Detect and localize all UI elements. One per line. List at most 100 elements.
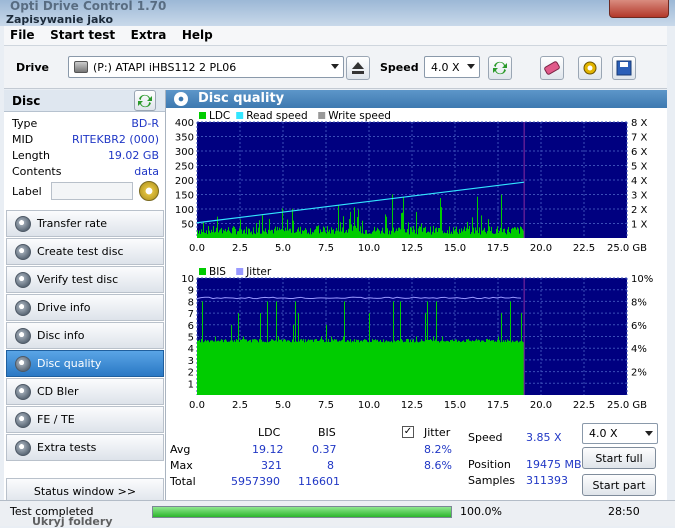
bis-bar — [472, 340, 473, 395]
bis-bar — [430, 338, 431, 395]
bis-bar — [374, 340, 375, 395]
ldc-bar — [445, 233, 446, 238]
start-part-button[interactable]: Start part — [582, 474, 656, 496]
menu-help[interactable]: Help — [176, 26, 219, 44]
y-right-tick-label: 10% — [631, 274, 653, 285]
bis-bar — [498, 336, 499, 395]
ldc-bar — [269, 218, 270, 238]
ldc-bar — [265, 228, 266, 238]
label-field[interactable] — [51, 182, 134, 200]
bis-bar — [396, 340, 397, 395]
menu-bar: File Start test Extra Help — [4, 26, 667, 46]
ldc-bar — [381, 230, 382, 238]
bis-bar — [406, 339, 407, 395]
bis-bar — [245, 339, 246, 395]
ldc-bar — [507, 229, 508, 238]
bis-bar — [356, 339, 357, 395]
bis-bar — [308, 339, 309, 395]
nav-create-test-disc[interactable]: Create test disc — [6, 238, 164, 265]
save-button[interactable] — [612, 56, 636, 80]
y-tick-label: 5 — [188, 333, 194, 344]
nav-extra-tests[interactable]: Extra tests — [6, 434, 164, 461]
bis-bar — [438, 341, 439, 395]
ldc-bar — [404, 229, 405, 238]
start-full-button[interactable]: Start full — [582, 447, 656, 469]
ldc-bar — [440, 198, 441, 238]
jitter-checkbox[interactable]: ✓ — [402, 426, 414, 438]
disc-label-icon[interactable] — [139, 181, 159, 201]
bis-bar — [452, 339, 453, 395]
ldc-bar — [366, 229, 367, 238]
bis-bar — [347, 340, 348, 395]
ldc-bar — [414, 229, 415, 238]
nav-drive-info[interactable]: Drive info — [6, 294, 164, 321]
bis-bar — [253, 339, 254, 395]
ldc-bar — [437, 231, 438, 238]
ldc-bar — [439, 228, 440, 238]
erase-button[interactable] — [540, 56, 564, 80]
menu-extra[interactable]: Extra — [125, 26, 173, 44]
background-window-text: Zapisywanie jako — [6, 13, 114, 26]
bis-bar — [329, 341, 330, 395]
nav-disc-info[interactable]: Disc info — [6, 322, 164, 349]
bis-bar — [277, 341, 278, 395]
ldc-bar — [436, 227, 437, 238]
ldc-bar — [407, 229, 408, 238]
bis-bar — [496, 341, 497, 395]
nav-disc-quality[interactable]: Disc quality — [6, 350, 164, 377]
menu-start-test[interactable]: Start test — [44, 26, 121, 44]
nav-fe-te[interactable]: FE / TE — [6, 406, 164, 433]
ldc-bar — [470, 234, 471, 238]
ldc-bar — [277, 226, 278, 238]
bis-bar — [464, 341, 465, 395]
bis-bar — [368, 342, 369, 395]
y-right-tick-label: 6% — [631, 321, 647, 332]
bis-bar — [200, 342, 201, 395]
bis-bar — [521, 313, 522, 395]
bis-bar — [222, 339, 223, 395]
ldc-bar — [402, 212, 403, 238]
ldc-bar — [484, 227, 485, 238]
ldc-bar — [387, 228, 388, 238]
bis-bar — [479, 340, 480, 395]
ldc-bar — [383, 232, 384, 238]
ldc-bar — [418, 228, 419, 238]
eject-button[interactable] — [346, 56, 370, 80]
nav-transfer-rate[interactable]: Transfer rate — [6, 210, 164, 237]
ldc-bar — [494, 233, 495, 238]
nav-verify-test-disc[interactable]: Verify test disc — [6, 266, 164, 293]
ldc-bar — [514, 227, 515, 238]
test-speed-select[interactable]: 4.0 X — [582, 423, 658, 444]
ldc-bar — [244, 229, 245, 238]
ldc-bar — [428, 231, 429, 238]
ldc-bar — [215, 231, 216, 238]
speed-select[interactable]: 4.0 X — [424, 56, 480, 78]
y-tick-label: 4 — [188, 344, 194, 355]
ldc-bar — [257, 232, 258, 238]
ldc-bar — [389, 230, 390, 238]
legend-swatch — [236, 268, 244, 275]
x-tick-label: 25.0 GB — [607, 243, 647, 254]
progress-fill — [153, 507, 451, 517]
bis-bar — [228, 341, 229, 395]
bis-bar — [295, 301, 296, 395]
bis-bar — [389, 341, 390, 395]
menu-file[interactable]: File — [4, 26, 41, 44]
close-button[interactable] — [609, 0, 669, 18]
settings-button[interactable] — [578, 56, 602, 80]
ldc-bar — [218, 232, 219, 238]
disc-refresh-button[interactable] — [134, 90, 156, 111]
bis-bar — [399, 341, 400, 395]
ldc-bar — [238, 231, 239, 238]
bis-bar — [469, 340, 470, 395]
bis-bar — [354, 339, 355, 395]
y-tick-label: 200 — [175, 176, 194, 187]
refresh-button[interactable] — [488, 56, 512, 80]
ldc-bar — [427, 231, 428, 238]
drive-select[interactable]: (P:) ATAPI iHBS112 2 PL06 — [68, 56, 344, 78]
ldc-bar — [250, 232, 251, 238]
nav-cd-bler[interactable]: CD Bler — [6, 378, 164, 405]
prop-key: Contents — [12, 164, 62, 178]
avg-ldc: 19.12 — [252, 443, 284, 456]
ldc-bar — [249, 228, 250, 238]
